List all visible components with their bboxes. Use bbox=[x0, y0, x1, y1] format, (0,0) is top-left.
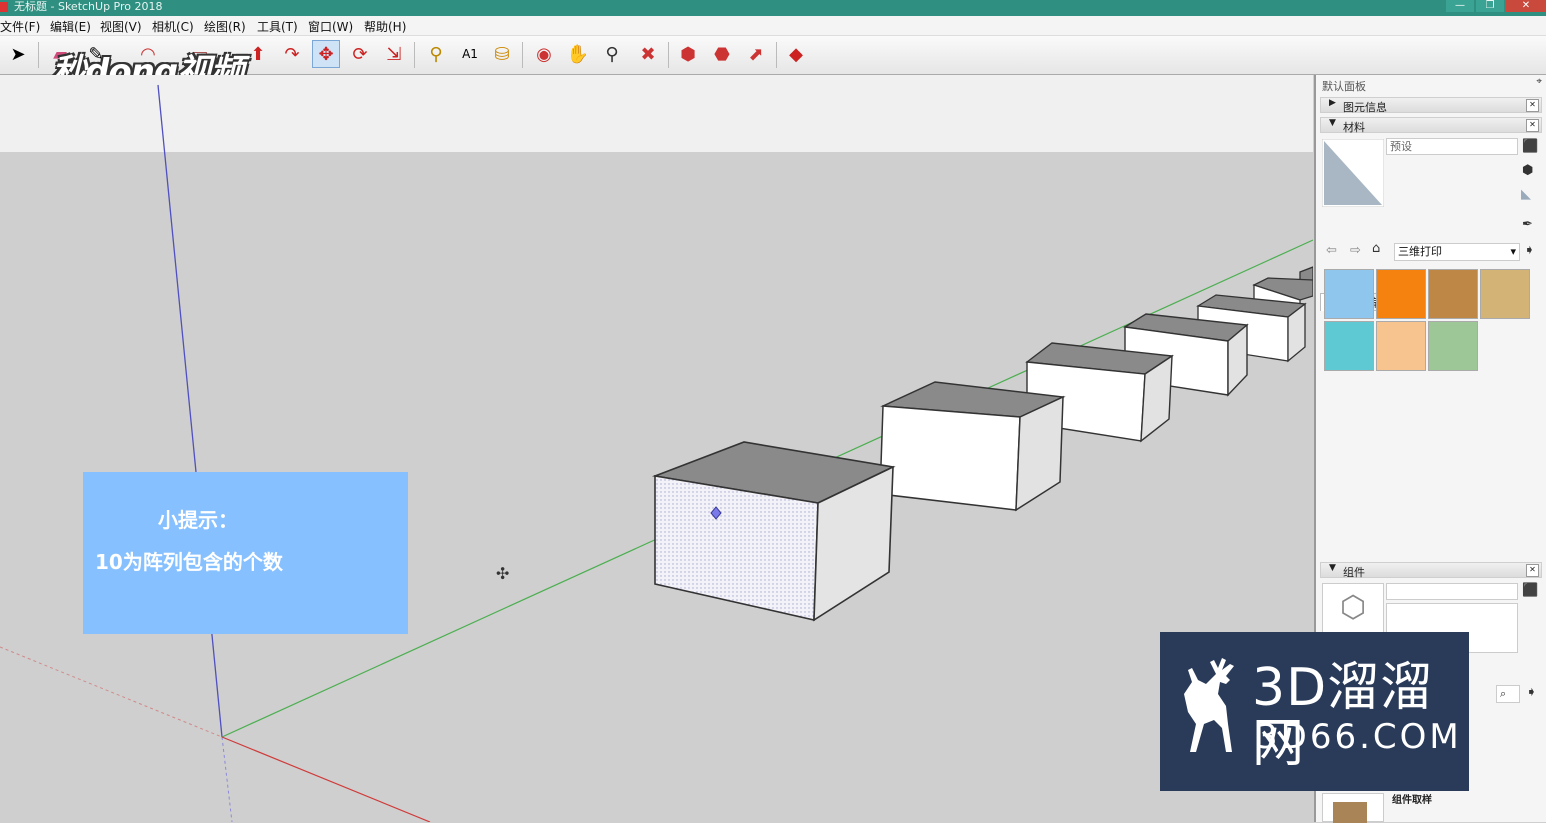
menu-window[interactable]: 窗口(W) bbox=[308, 18, 353, 35]
material-swatch[interactable] bbox=[1376, 269, 1426, 319]
toolbar-separator bbox=[668, 42, 669, 68]
title-bar: 无标题 - SketchUp Pro 2018 — ❐ ✕ bbox=[0, 0, 1546, 16]
material-cube-icon[interactable]: ⬢ bbox=[1522, 163, 1533, 178]
component-sample-label: 组件取样 bbox=[1392, 795, 1432, 806]
component-preview-icon: ⬡ bbox=[1322, 583, 1384, 633]
push-pull-icon[interactable]: ⬆ bbox=[244, 40, 272, 68]
menu-view[interactable]: 视图(V) bbox=[100, 18, 142, 35]
folder-icon bbox=[1333, 802, 1367, 823]
blue-axis bbox=[157, 84, 223, 738]
window-controls: — ❐ ✕ bbox=[1444, 0, 1546, 14]
component-lock-icon[interactable]: ⬛ bbox=[1522, 583, 1538, 598]
component-details-icon[interactable]: ➧ bbox=[1526, 685, 1537, 700]
entity-info-header[interactable]: ▶ 图元信息 ✕ bbox=[1320, 97, 1542, 114]
maximize-button[interactable]: ❐ bbox=[1476, 0, 1504, 12]
red-axis-negative bbox=[0, 646, 223, 738]
ruby-icon[interactable]: ◆ bbox=[782, 40, 810, 68]
orbit-icon[interactable]: ◉ bbox=[530, 40, 558, 68]
extension-icon[interactable]: ⬣ bbox=[708, 40, 736, 68]
red-axis bbox=[221, 736, 431, 822]
menu-bar: 文件(F) 编辑(E) 视图(V) 相机(C) 绘图(R) 工具(T) 窗口(W… bbox=[0, 16, 1546, 36]
select-arrow-icon[interactable]: ➤ bbox=[4, 40, 32, 68]
close-panel-icon[interactable]: ✕ bbox=[1526, 99, 1539, 112]
zoom-extents-icon[interactable]: ✖ bbox=[634, 40, 662, 68]
menu-file[interactable]: 文件(F) bbox=[0, 18, 40, 35]
paint-bucket-icon[interactable]: ⛁ bbox=[488, 40, 516, 68]
component-thumbnail[interactable] bbox=[1322, 793, 1384, 823]
move-cursor-icon: ✣ bbox=[496, 564, 510, 583]
sketchup-app-icon bbox=[0, 2, 8, 12]
blue-axis-negative bbox=[221, 736, 233, 822]
toolbar-separator bbox=[414, 42, 415, 68]
follow-me-icon[interactable]: ↷ bbox=[278, 40, 306, 68]
search-icon[interactable]: ⌕ bbox=[1496, 685, 1520, 703]
collapse-arrow-icon: ▶ bbox=[1329, 98, 1336, 108]
create-material-icon[interactable]: ⬛ bbox=[1522, 139, 1538, 154]
menu-draw[interactable]: 绘图(R) bbox=[204, 18, 246, 35]
scale-icon[interactable]: ⇲ bbox=[380, 40, 408, 68]
material-name-field[interactable]: 预设 bbox=[1386, 138, 1518, 155]
model-viewport[interactable] bbox=[0, 75, 1313, 822]
menu-edit[interactable]: 编辑(E) bbox=[50, 18, 91, 35]
material-swatch[interactable] bbox=[1428, 321, 1478, 371]
menu-camera[interactable]: 相机(C) bbox=[152, 18, 194, 35]
close-panel-icon[interactable]: ✕ bbox=[1526, 119, 1539, 132]
tip-text: 10为阵列包含的个数 bbox=[95, 550, 283, 574]
menu-tools[interactable]: 工具(T) bbox=[257, 18, 298, 35]
material-swatch[interactable] bbox=[1324, 269, 1374, 319]
materials-header[interactable]: ▼ 材料 ✕ bbox=[1320, 117, 1542, 134]
box-1-selected bbox=[651, 441, 896, 622]
material-swatch[interactable] bbox=[1480, 269, 1530, 319]
toolbar-separator bbox=[38, 42, 39, 68]
send-to-layout-icon[interactable]: ⬈ bbox=[742, 40, 770, 68]
forward-arrow-icon[interactable]: ⇨ bbox=[1350, 243, 1361, 258]
back-arrow-icon[interactable]: ⇦ bbox=[1326, 243, 1337, 258]
toolbar-separator bbox=[776, 42, 777, 68]
material-swatch[interactable] bbox=[1376, 321, 1426, 371]
zoom-icon[interactable]: ⚲ bbox=[598, 40, 626, 68]
pin-icon[interactable]: ⌖ bbox=[1536, 76, 1542, 87]
tape-measure-icon[interactable]: ⚲ bbox=[422, 40, 450, 68]
library-select[interactable]: 三维打印 ▾ bbox=[1394, 243, 1520, 261]
library-select-value: 三维打印 bbox=[1398, 245, 1442, 258]
pan-icon[interactable]: ✋ bbox=[564, 40, 592, 68]
close-button[interactable]: ✕ bbox=[1506, 0, 1546, 12]
default-material-icon[interactable]: ◣ bbox=[1521, 187, 1531, 202]
material-swatch[interactable] bbox=[1324, 321, 1374, 371]
menu-help[interactable]: 帮助(H) bbox=[364, 18, 406, 35]
3d66-watermark: 3D溜溜网 3D66.COM bbox=[1160, 632, 1469, 791]
entity-info-label: 图元信息 bbox=[1343, 101, 1387, 114]
expand-arrow-icon: ▼ bbox=[1329, 118, 1336, 128]
watermark-domain: 3D66.COM bbox=[1256, 717, 1462, 757]
home-icon[interactable]: ⌂ bbox=[1372, 241, 1380, 256]
expand-arrow-icon: ▼ bbox=[1329, 563, 1336, 573]
rotate-icon[interactable]: ⟳ bbox=[346, 40, 374, 68]
components-label: 组件 bbox=[1343, 566, 1365, 579]
text-icon[interactable]: A1 bbox=[456, 40, 484, 68]
components-header[interactable]: ▼ 组件 ✕ bbox=[1320, 562, 1542, 579]
close-panel-icon[interactable]: ✕ bbox=[1526, 564, 1539, 577]
move-icon[interactable]: ✥ bbox=[312, 40, 340, 68]
tray-title: 默认面板 bbox=[1322, 80, 1366, 93]
material-swatch[interactable] bbox=[1428, 269, 1478, 319]
tip-box: 小提示： 10为阵列包含的个数 bbox=[83, 472, 408, 634]
component-name-field[interactable] bbox=[1386, 583, 1518, 600]
details-arrow-icon[interactable]: ➧ bbox=[1524, 243, 1535, 258]
materials-label: 材料 bbox=[1343, 121, 1365, 134]
window-title: 无标题 - SketchUp Pro 2018 bbox=[14, 0, 163, 13]
tip-title: 小提示： bbox=[158, 508, 238, 532]
eyedropper-icon[interactable]: ✒ bbox=[1522, 217, 1533, 232]
deer-logo-icon bbox=[1184, 658, 1234, 752]
warehouse-icon[interactable]: ⬢ bbox=[674, 40, 702, 68]
scene-drawing bbox=[0, 84, 1313, 822]
material-preview bbox=[1322, 139, 1384, 207]
toolbar-separator bbox=[522, 42, 523, 68]
minimize-button[interactable]: — bbox=[1446, 0, 1474, 12]
chevron-down-icon: ▾ bbox=[1510, 245, 1516, 258]
box-2 bbox=[879, 381, 1066, 512]
